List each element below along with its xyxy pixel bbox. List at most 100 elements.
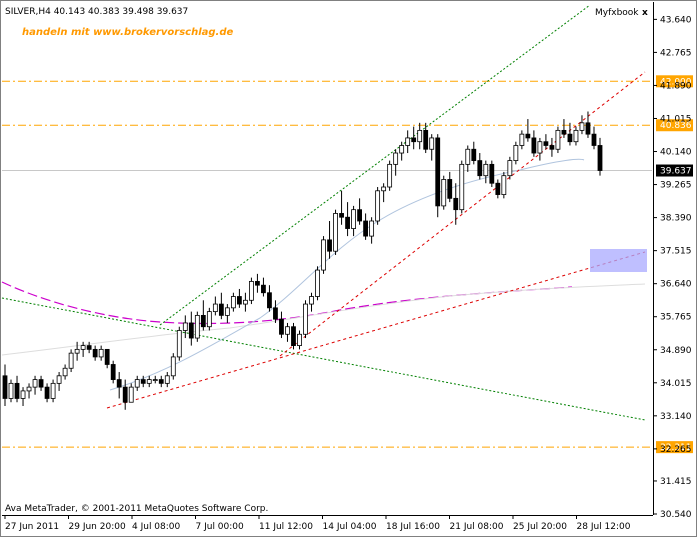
candle-body — [525, 133, 531, 139]
target-zone-box — [590, 249, 647, 272]
candle-body — [531, 137, 537, 154]
candle-body — [50, 382, 56, 399]
candle-body — [110, 364, 116, 380]
y-tick-label: 40.140 — [660, 148, 692, 158]
candle-body — [200, 314, 206, 328]
x-tick-label: 21 Jul 08:00 — [450, 522, 504, 532]
candle-body — [44, 386, 50, 399]
candle-body — [8, 382, 14, 399]
x-tick-label: 28 Jul 12:00 — [577, 522, 631, 532]
candle-body — [585, 122, 591, 135]
y-tick-label: 34.015 — [660, 379, 692, 389]
candle-body — [537, 141, 543, 154]
candle-body — [291, 326, 296, 346]
candle-body — [2, 375, 8, 399]
watermark-text: handeln mit www.brokervorschlag.de — [22, 27, 234, 38]
candle-body — [194, 314, 200, 339]
candle-body — [591, 133, 597, 146]
y-tick-label: 36.640 — [660, 280, 692, 290]
candle-body — [513, 145, 519, 161]
candle-body — [261, 284, 266, 294]
x-tick-label: 7 Jul 00:00 — [196, 522, 245, 532]
candle-body — [345, 216, 350, 229]
y-tick-label: 41.890 — [660, 81, 692, 91]
candle-body — [501, 175, 507, 195]
candle-body — [86, 345, 92, 350]
candle-body — [381, 186, 387, 192]
candle-body — [417, 129, 423, 143]
candle-body — [68, 352, 74, 369]
candle-body — [26, 386, 32, 392]
candle-body — [74, 348, 80, 354]
candle-body — [182, 322, 188, 331]
y-tick-label: 32.265 — [660, 445, 692, 455]
candle-body — [321, 239, 326, 271]
y-tick-label: 34.890 — [660, 346, 692, 356]
candle-body — [56, 375, 62, 384]
candle-body — [158, 379, 164, 384]
candle-body — [477, 160, 483, 177]
candle-body — [375, 190, 381, 222]
candle-body — [98, 348, 104, 358]
candle-body — [236, 296, 242, 305]
candle-body — [80, 345, 86, 350]
x-tick-label: 4 Jul 08:00 — [132, 522, 181, 532]
y-tick-label: 43.640 — [660, 15, 692, 25]
candle-body — [176, 330, 182, 358]
y-tick-label: 39.265 — [660, 181, 692, 191]
candle-body — [549, 145, 555, 150]
candle-body — [315, 269, 320, 297]
candle-body — [152, 379, 158, 381]
candle-body — [255, 281, 260, 286]
candle-body — [128, 386, 134, 403]
candle-body — [495, 182, 501, 195]
candle-body — [507, 160, 513, 177]
candle-body — [164, 375, 170, 384]
candle-body — [285, 326, 290, 335]
y-tick-label: 41.015 — [660, 114, 692, 124]
candle-body — [249, 281, 254, 301]
candle-body — [279, 318, 284, 335]
price-chart[interactable]: 42.00040.83632.31139.637 43.64042.76541.… — [0, 0, 697, 538]
candle-body — [32, 379, 38, 388]
candle-body — [297, 333, 302, 346]
y-tick-label: 38.390 — [660, 214, 692, 224]
candle-body — [309, 296, 314, 305]
candle-body — [92, 348, 98, 358]
candle-body — [273, 307, 278, 320]
candle-body — [561, 129, 567, 135]
candle-body — [423, 129, 429, 150]
y-tick-label: 33.140 — [660, 412, 692, 422]
candle-body — [212, 303, 218, 313]
candle-body — [363, 220, 369, 237]
candle-body — [230, 296, 236, 309]
candle-body — [579, 122, 585, 131]
candle-body — [387, 163, 393, 188]
candle-body — [351, 209, 356, 229]
candle-body — [567, 133, 573, 143]
candle-body — [393, 152, 399, 165]
last-price-label: 39.637 — [660, 167, 692, 177]
copyright-footer: Ava MetaTrader, © 2001-2011 MetaQuotes S… — [5, 504, 268, 514]
close-icon[interactable]: x — [642, 8, 648, 18]
candle-body — [399, 145, 405, 154]
candle-body — [170, 356, 176, 377]
symbol-header: SILVER,H4 40.143 40.383 39.498 39.637 — [5, 7, 188, 17]
chart-window: 42.000 40.836 32.311 39.637 43.640 42.765 41.… — [0, 0, 697, 538]
candle-body — [104, 348, 110, 365]
x-tick-label: 27 Jun 2011 — [5, 522, 59, 532]
candle-body — [134, 379, 140, 388]
candle-body — [435, 137, 441, 207]
candle-body — [465, 148, 471, 165]
candle-body — [411, 137, 417, 143]
candle-body — [441, 179, 447, 207]
candle-body — [447, 179, 453, 199]
candle-body — [38, 379, 44, 388]
candle-body — [555, 129, 561, 150]
candle-body — [519, 133, 525, 146]
candle-body — [369, 220, 375, 237]
y-tick-label: 42.765 — [660, 48, 692, 58]
candle-body — [543, 141, 549, 146]
y-tick-label: 31.415 — [660, 477, 692, 487]
y-tick-label: 37.515 — [660, 247, 692, 257]
